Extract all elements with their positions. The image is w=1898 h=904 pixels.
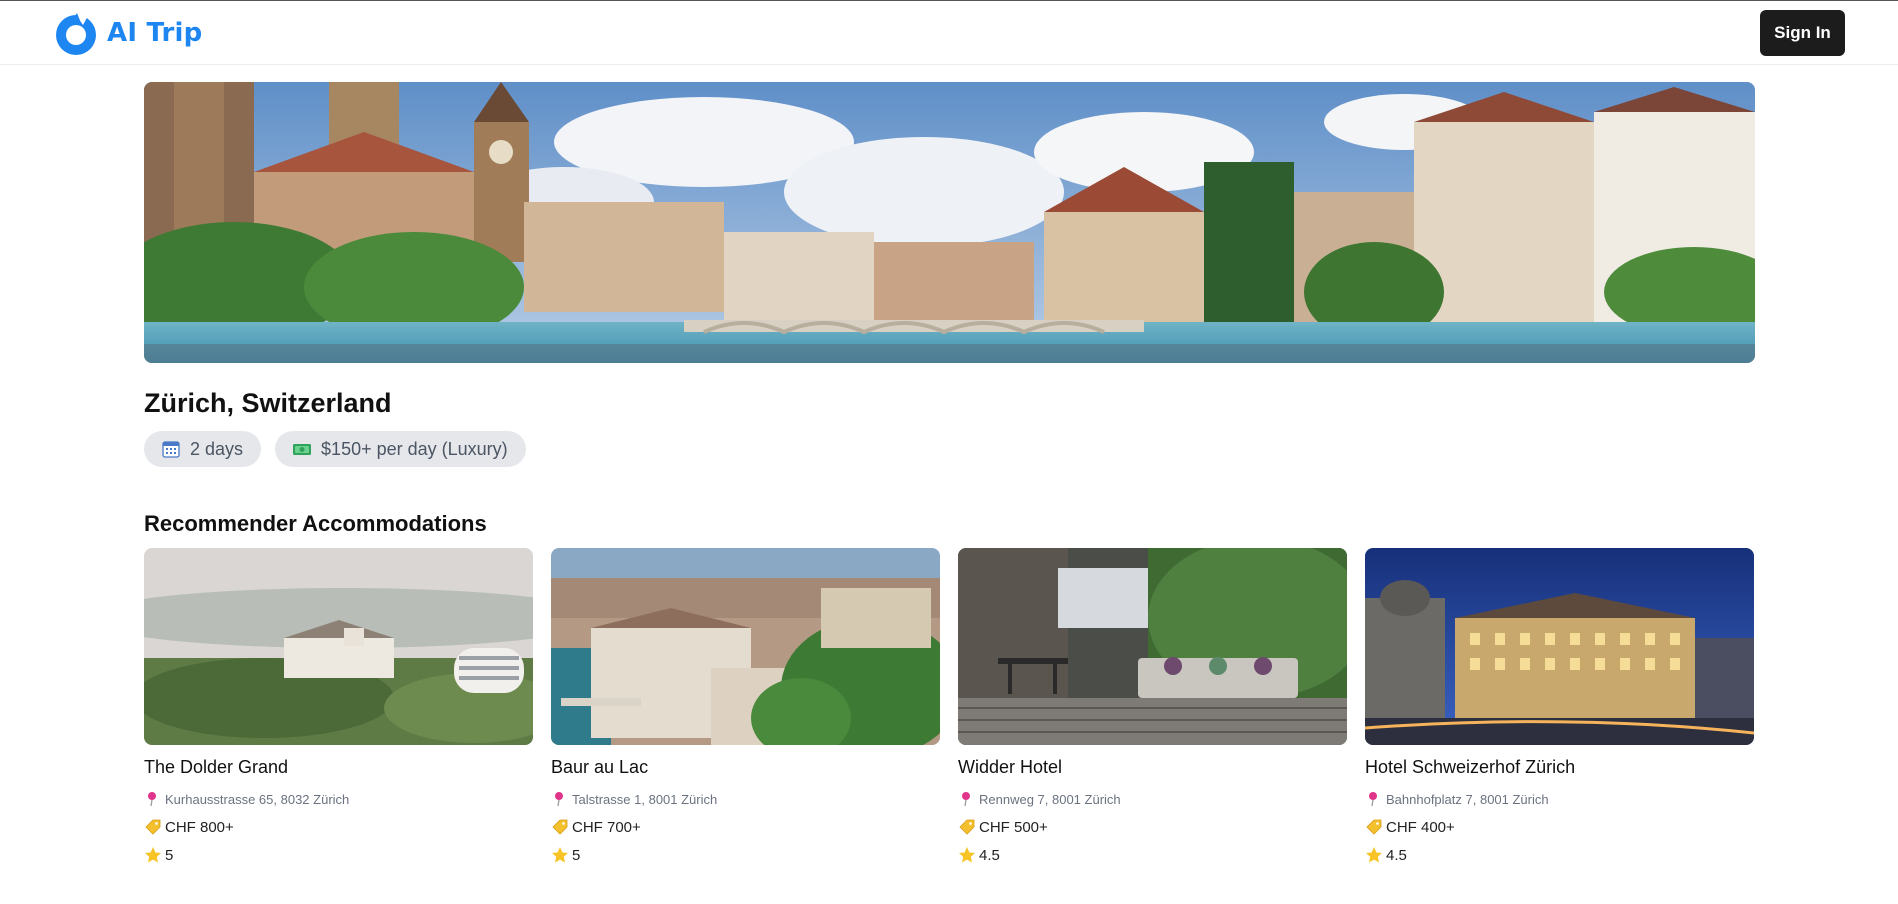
hotel-address: Bahnhofplatz 7, 8001 Zürich [1365,790,1754,808]
hotel-rating: 5 [551,846,940,864]
hotel-rating: 5 [144,846,533,864]
sign-in-button[interactable]: Sign In [1760,10,1845,56]
hotel-name: Baur au Lac [551,757,649,777]
money-icon [293,444,312,455]
hotel-price-text: CHF 500+ [979,818,1048,836]
hotel-price-text: CHF 700+ [572,818,641,836]
destination-hero-image [144,82,1755,363]
hotel-price: CHF 400+ [1365,818,1754,836]
hotel-rating: 4.5 [958,846,1347,864]
hotel-price: CHF 800+ [144,818,533,836]
tag-icon [145,819,161,835]
tag-icon [552,819,568,835]
hotel-price-text: CHF 400+ [1386,818,1455,836]
hotel-name: The Dolder Grand [144,757,289,777]
hotel-name: Hotel Schweizerhof Zürich [1365,757,1576,777]
top-navbar: AI Trip Sign In [0,1,1898,65]
star-icon [145,847,161,863]
budget-text: $150+ per day (Luxury) [321,438,508,459]
hotel-address-text: Rennweg 7, 8001 Zürich [979,791,1121,807]
hotel-name: Widder Hotel [958,757,1063,777]
app-logo[interactable]: AI Trip [53,10,202,56]
hotel-address: Kurhausstrasse 65, 8032 Zürich [144,790,533,808]
hotel-photo [1365,548,1754,745]
hotel-rating: 4.5 [1365,846,1754,864]
accommodations-heading: Recommender Accommodations [144,511,487,536]
star-icon [1366,847,1382,863]
hotel-card[interactable]: Baur au Lac Talstrasse 1, 8001 Zürich CH… [551,548,940,864]
logo-icon [56,12,96,55]
pin-icon [148,792,156,807]
hotel-rating-text: 5 [572,846,581,864]
destination-title: Zürich, Switzerland [144,388,392,418]
calendar-icon [162,441,180,458]
hotel-address-text: Bahnhofplatz 7, 8001 Zürich [1386,791,1549,807]
tag-icon [959,819,975,835]
hotel-address: Rennweg 7, 8001 Zürich [958,790,1347,808]
hotel-price: CHF 500+ [958,818,1347,836]
pin-icon [962,792,970,807]
trip-info-chips: 2 days $150+ per day (Luxury) [144,431,526,467]
app-name: AI Trip [107,18,203,48]
accommodation-list: The Dolder Grand Kurhausstrasse 65, 8032… [144,548,1755,864]
star-icon [552,847,568,863]
pin-icon [555,792,563,807]
hotel-price: CHF 700+ [551,818,940,836]
hotel-photo [958,548,1347,745]
duration-chip: 2 days [144,431,262,467]
hotel-price-text: CHF 800+ [165,818,234,836]
hotel-card[interactable]: The Dolder Grand Kurhausstrasse 65, 8032… [144,548,533,864]
hotel-card[interactable]: Hotel Schweizerhof Zürich Bahnhofplatz 7… [1365,548,1754,864]
hotel-rating-text: 5 [165,846,174,864]
hotel-rating-text: 4.5 [1386,846,1407,864]
hotel-rating-text: 4.5 [979,846,1000,864]
hotel-address: Talstrasse 1, 8001 Zürich [551,790,940,808]
hotel-card[interactable]: Widder Hotel Rennweg 7, 8001 Zürich CHF … [958,548,1347,864]
hotel-address-text: Kurhausstrasse 65, 8032 Zürich [165,791,350,807]
duration-text: 2 days [190,438,244,459]
hotel-address-text: Talstrasse 1, 8001 Zürich [572,791,718,807]
star-icon [959,847,975,863]
hotel-photo [144,548,533,745]
budget-chip: $150+ per day (Luxury) [275,431,526,467]
tag-icon [1366,819,1382,835]
pin-icon [1369,792,1377,807]
hotel-photo [551,548,940,745]
